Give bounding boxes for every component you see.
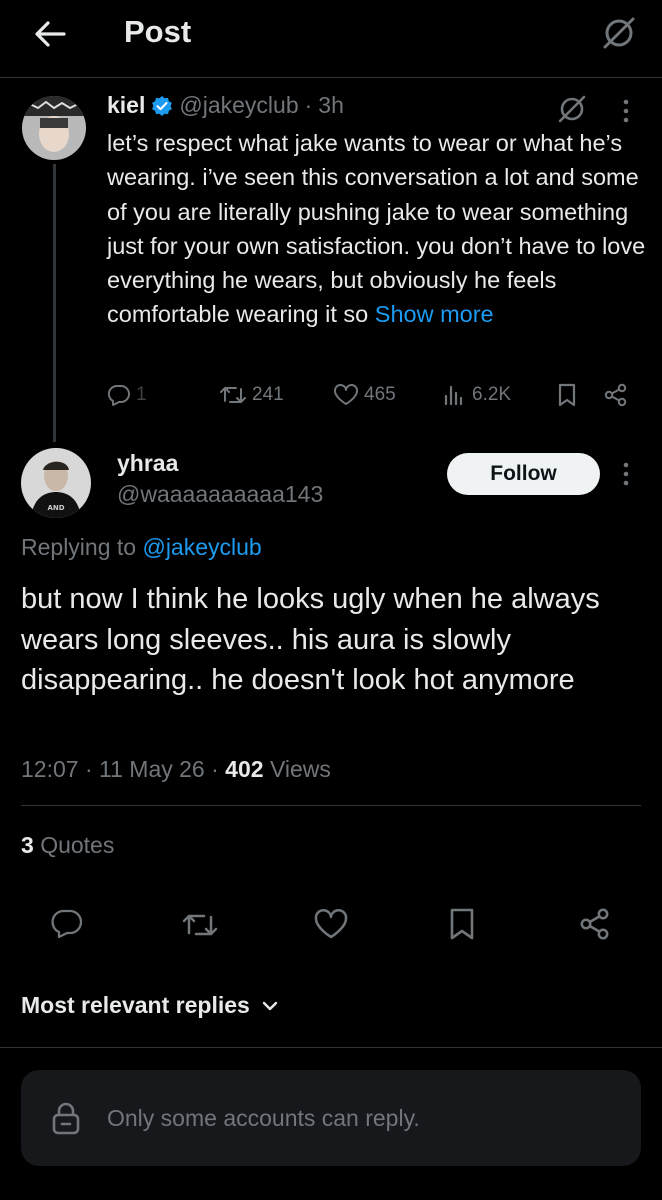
top-bar: Post — [0, 0, 662, 78]
view-count: 6.2K — [472, 384, 512, 405]
author-name[interactable]: kiel — [107, 92, 145, 119]
like-count: 465 — [364, 384, 396, 405]
post-body: but now I think he looks ugly when he al… — [21, 583, 600, 696]
show-more-link[interactable]: Show more — [375, 301, 494, 327]
grok-icon[interactable] — [557, 94, 587, 124]
analytics-icon — [444, 385, 463, 406]
lock-icon — [52, 1102, 80, 1135]
views-button[interactable]: 6.2K — [443, 384, 511, 406]
like-button[interactable]: 465 — [333, 384, 396, 406]
heart-icon — [334, 384, 358, 405]
parent-post-text: let’s respect what jake wants to wear or… — [107, 126, 647, 332]
repost-button[interactable]: 241 — [219, 384, 284, 406]
reply-icon — [107, 385, 130, 406]
quotes-count: 3 — [21, 832, 34, 858]
reply-icon[interactable] — [51, 908, 83, 938]
replying-handle-link[interactable]: @jakeyclub — [142, 534, 261, 560]
separator: · — [84, 756, 93, 782]
author-handle[interactable]: @waaaaaaaaaa143 — [117, 481, 323, 508]
grok-icon[interactable] — [601, 15, 637, 51]
share-icon[interactable] — [603, 383, 629, 407]
post-date: 11 May 26 — [99, 756, 205, 782]
more-options-icon[interactable] — [620, 98, 632, 124]
quotes-link[interactable]: 3 Quotes — [21, 832, 114, 859]
back-arrow-icon[interactable] — [34, 20, 66, 48]
post-body: let’s respect what jake wants to wear or… — [107, 130, 646, 328]
divider — [0, 1047, 662, 1048]
repost-icon — [220, 387, 246, 403]
divider — [21, 805, 641, 806]
repost-count: 241 — [252, 384, 284, 405]
more-options-icon[interactable] — [620, 461, 632, 487]
reply-restriction-text: Only some accounts can reply. — [107, 1104, 420, 1131]
views-label: Views — [269, 756, 331, 782]
page-title: Post — [124, 14, 192, 49]
avatar[interactable]: AND — [21, 448, 91, 518]
avatar[interactable] — [22, 96, 86, 160]
post-meta: 12:07 · 11 May 26 · 402 Views — [21, 756, 331, 783]
bookmark-icon[interactable] — [556, 383, 578, 407]
replies-sort-dropdown[interactable]: Most relevant replies — [21, 992, 278, 1019]
separator: · — [304, 92, 313, 118]
reply-button[interactable]: 1 — [107, 384, 147, 406]
thread-line — [53, 164, 56, 442]
chevron-down-icon — [262, 1001, 278, 1010]
quotes-label: Quotes — [40, 832, 115, 858]
share-icon[interactable] — [578, 907, 612, 941]
follow-button[interactable]: Follow — [447, 453, 600, 495]
reply-count: 1 — [136, 384, 147, 405]
separator: · — [211, 756, 219, 782]
parent-post-header: kiel @jakeyclub · 3h — [107, 92, 344, 119]
post-time: 12:07 — [21, 756, 79, 782]
bookmark-icon[interactable] — [448, 907, 476, 941]
svg-text:AND: AND — [47, 504, 64, 512]
repost-icon[interactable] — [181, 910, 219, 940]
post-time: 3h — [318, 92, 344, 118]
replying-prefix: Replying to — [21, 534, 137, 560]
replying-to: Replying to @jakeyclub — [21, 534, 262, 561]
sort-label: Most relevant replies — [21, 992, 250, 1018]
views-count: 402 — [225, 756, 264, 782]
author-name[interactable]: yhraa — [117, 450, 178, 477]
reply-restriction-banner: Only some accounts can reply. — [21, 1070, 641, 1166]
heart-icon[interactable] — [313, 908, 349, 940]
author-handle[interactable]: @jakeyclub — [179, 92, 298, 119]
verified-badge-icon — [151, 95, 173, 117]
